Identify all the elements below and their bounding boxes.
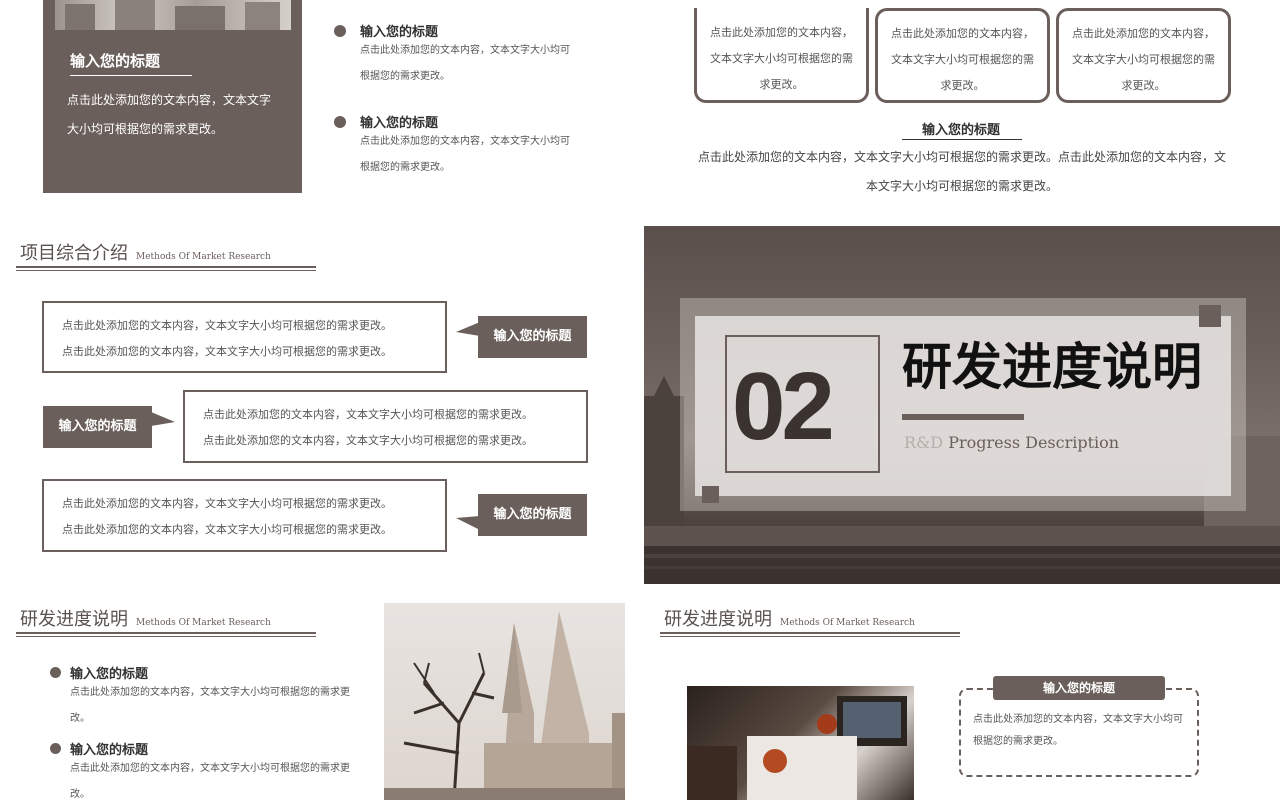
bullet-dot [334, 25, 346, 37]
building-photo-icon [65, 0, 280, 30]
item-body: 点击此处添加您的文本内容，文本文字大小均可根据您的需求更改。 [70, 763, 350, 800]
section-title: 项目综合介绍 [20, 243, 128, 264]
bullet-dot [334, 116, 346, 128]
row-tag: 输入您的标题 [478, 494, 587, 536]
item-body: 点击此处添加您的文本内容，文本文字大小均可根据您的需求更改。 [70, 687, 350, 724]
section-subtitle: Methods Of Market Research [136, 618, 271, 628]
card-title-underline [70, 75, 192, 76]
row-line: 点击此处添加您的文本内容，文本文字大小均可根据您的需求更改。 [203, 408, 533, 421]
text-box-row-3: 点击此处添加您的文本内容，文本文字大小均可根据您的需求更改。 点击此处添加您的文… [42, 479, 447, 552]
header-rule-thin [660, 636, 960, 637]
pointer-arrow [456, 322, 480, 336]
section-header: 研发进度说明 Methods Of Market Research [664, 605, 915, 631]
card-body: 点击此处添加您的文本内容，文本文字大小均可根据您的需求更改。 [67, 93, 272, 136]
item-body: 点击此处添加您的文本内容，文本文字大小均可根据您的需求更改。 [360, 45, 570, 82]
section-heading: 输入您的标题 [922, 123, 1001, 138]
corner-square [702, 486, 719, 503]
castle-towers-photo-icon [384, 603, 625, 800]
text-box: 点击此处添加您的文本内容，文本文字大小均可根据您的需求更改。 [1056, 8, 1231, 103]
header-rule [660, 632, 960, 634]
header-rule [16, 266, 316, 268]
section-subtitle: Methods Of Market Research [136, 252, 271, 262]
section-cover-subtitle-wrap: R&D Progress Description [904, 433, 1119, 452]
section-title: 研发进度说明 [20, 609, 128, 630]
text-box-row-2: 点击此处添加您的文本内容，文本文字大小均可根据您的需求更改。 点击此处添加您的文… [183, 390, 588, 463]
row-line: 点击此处添加您的文本内容，文本文字大小均可根据您的需求更改。 [62, 497, 392, 510]
bullet-dot [50, 743, 61, 754]
slide-5: 研发进度说明 Methods Of Market Research 输入您的标题 … [0, 592, 640, 800]
section-title: 研发进度说明 [664, 609, 772, 630]
info-card: 输入您的标题 点击此处添加您的文本内容，文本文字大小均可根据您的需求更改。 [43, 0, 302, 193]
slide-2: 点击此处添加您的文本内容，文本文字大小均可根据您的需求更改。 点击此处添加您的文… [644, 0, 1280, 210]
slide-6: 研发进度说明 Methods Of Market Research 输入您的标题 … [644, 592, 1280, 800]
pointer-arrow [151, 412, 175, 426]
header-rule-thin [16, 270, 316, 271]
section-cover-subtitle: Progress Description [948, 433, 1120, 452]
section-number: 02 [732, 353, 835, 460]
slide-1: 输入您的标题 点击此处添加您的文本内容，文本文字大小均可根据您的需求更改。 输入… [0, 0, 640, 210]
desk-laptop-photo-icon [687, 686, 914, 800]
title-rule [902, 414, 1024, 420]
pointer-arrow [456, 516, 480, 530]
slide-4: 02 研发进度说明 R&D Progress Description [644, 226, 1280, 584]
row-line: 点击此处添加您的文本内容，文本文字大小均可根据您的需求更改。 [62, 345, 392, 358]
slide-3: 项目综合介绍 Methods Of Market Research 点击此处添加您… [0, 226, 640, 584]
heading-underline [902, 139, 1022, 140]
header-rule-thin [16, 636, 316, 637]
text-box: 点击此处添加您的文本内容，文本文字大小均可根据您的需求更改。 [694, 8, 869, 103]
row-line: 点击此处添加您的文本内容，文本文字大小均可根据您的需求更改。 [203, 434, 533, 447]
section-body: 点击此处添加您的文本内容，文本文字大小均可根据您的需求更改。点击此处添加您的文本… [697, 150, 1226, 193]
section-cover-title: 研发进度说明 [902, 338, 1202, 396]
row-tag: 输入您的标题 [43, 406, 152, 448]
row-line: 点击此处添加您的文本内容，文本文字大小均可根据您的需求更改。 [62, 523, 392, 536]
corner-square [1199, 305, 1221, 327]
header-rule [16, 632, 316, 634]
card-title: 输入您的标题 [70, 52, 161, 70]
text-box: 点击此处添加您的文本内容，文本文字大小均可根据您的需求更改。 [875, 8, 1050, 103]
section-subtitle: Methods Of Market Research [780, 618, 915, 628]
bullet-dot [50, 667, 61, 678]
box-body: 点击此处添加您的文本内容，文本文字大小均可根据您的需求更改。 [973, 714, 1183, 747]
cathedral-photo-icon [55, 0, 291, 30]
subtitle-prefix: R&D [904, 433, 944, 452]
section-header: 研发进度说明 Methods Of Market Research [20, 605, 271, 631]
box-tag: 输入您的标题 [993, 676, 1165, 700]
item-body: 点击此处添加您的文本内容，文本文字大小均可根据您的需求更改。 [360, 136, 570, 173]
row-line: 点击此处添加您的文本内容，文本文字大小均可根据您的需求更改。 [62, 319, 392, 332]
row-tag: 输入您的标题 [478, 316, 587, 358]
text-box-row-1: 点击此处添加您的文本内容，文本文字大小均可根据您的需求更改。 点击此处添加您的文… [42, 301, 447, 373]
section-header: 项目综合介绍 Methods Of Market Research [20, 239, 271, 265]
